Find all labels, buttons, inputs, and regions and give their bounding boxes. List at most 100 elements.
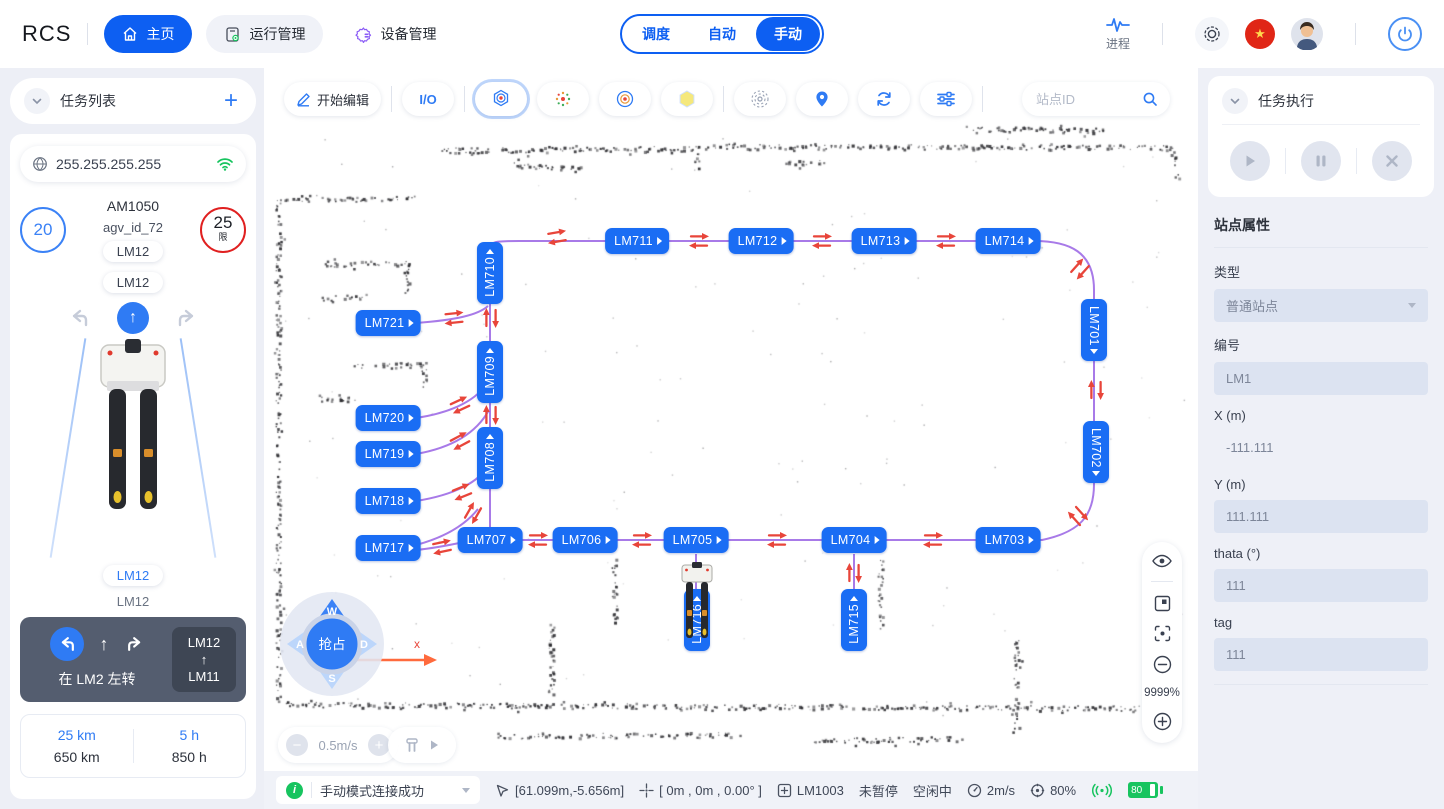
station-LM712[interactable]: LM712 (729, 228, 794, 254)
station-label: LM702 (1089, 428, 1103, 468)
speed-increase-button[interactable]: + (368, 734, 390, 756)
station-LM710[interactable]: LM710 (477, 242, 503, 304)
scatter-points-button[interactable] (537, 82, 589, 116)
station-direction-icon (850, 596, 858, 601)
search-icon[interactable] (1142, 91, 1158, 107)
tab-auto[interactable]: 自动 (690, 17, 754, 51)
nav-item-device[interactable]: 设备管理 (337, 15, 454, 53)
agv-action-control[interactable] (388, 727, 456, 763)
station-LM708[interactable]: LM708 (477, 427, 503, 489)
agv-model: AM1050 (107, 198, 159, 214)
field-value: 普通站点 (1226, 296, 1278, 315)
map-viewport[interactable]: LM711 LM712 LM713 LM714 LM710 LM721 LM709 LM720… (264, 68, 1198, 771)
refresh-button[interactable] (858, 82, 910, 116)
field-label: tag (1214, 615, 1428, 630)
radar-button[interactable] (734, 82, 786, 116)
station-LM717[interactable]: LM717 (356, 535, 421, 561)
field-input[interactable]: 111.111 (1214, 500, 1428, 533)
play-task-button[interactable] (1230, 141, 1270, 181)
field-input[interactable]: 111 (1214, 569, 1428, 602)
brightness-button[interactable] (1195, 17, 1229, 51)
station-LM718[interactable]: LM718 (356, 488, 421, 514)
collapse-button[interactable] (1222, 88, 1248, 114)
zoom-out-button[interactable] (1153, 655, 1172, 674)
pause-task-button[interactable] (1301, 141, 1341, 181)
field-select[interactable]: 普通站点 (1214, 289, 1428, 322)
map-robot-marker[interactable] (678, 562, 716, 650)
station-label: LM719 (365, 447, 405, 461)
add-task-button[interactable]: + (220, 91, 242, 111)
station-LM704[interactable]: LM704 (822, 527, 887, 553)
area-button[interactable] (661, 82, 713, 116)
field-label: 类型 (1214, 262, 1428, 281)
station-LM702[interactable]: LM702 (1083, 421, 1109, 483)
nav-route-box: LM12 ↑ LM11 (172, 627, 236, 692)
user-avatar[interactable] (1291, 18, 1323, 50)
speed-control: − 0.5m/s + (278, 727, 398, 763)
turn-left-icon[interactable] (67, 306, 91, 330)
cursor-icon (495, 783, 510, 798)
station-LM709[interactable]: LM709 (477, 341, 503, 403)
field-4: thata (°)111 (1214, 546, 1428, 602)
manual-joystick[interactable]: W A D S 抢占 (276, 588, 388, 700)
station-direction-icon (408, 544, 413, 552)
station-LM707[interactable]: LM707 (458, 527, 523, 553)
zoom-in-button[interactable] (1153, 712, 1172, 731)
agv-preview (33, 337, 233, 565)
minimap-button[interactable] (1154, 595, 1171, 612)
station-LM706[interactable]: LM706 (553, 527, 618, 553)
status-bar: i 手动模式连接成功 [61.099m,-5.656m] [ 0m , 0m ,… (264, 771, 1198, 809)
station-direction-icon (874, 536, 879, 544)
station-search-input[interactable] (1034, 91, 1136, 108)
field-input[interactable]: LM1 (1214, 362, 1428, 395)
current-station-value: LM1003 (797, 783, 844, 798)
station-LM715[interactable]: LM715 (841, 589, 867, 651)
rings-button[interactable] (599, 82, 651, 116)
filter-button[interactable] (920, 82, 972, 116)
collapse-button[interactable] (24, 88, 50, 114)
power-button[interactable] (1388, 17, 1422, 51)
station-LM711[interactable]: LM711 (605, 228, 669, 254)
task-exec-card: 任务执行 (1208, 76, 1434, 197)
turn-right-icon[interactable] (175, 306, 199, 330)
pause-state: 未暂停 (859, 781, 898, 800)
agv-ip-row[interactable]: 255.255.255.255 (20, 146, 246, 182)
cancel-task-button[interactable] (1372, 141, 1412, 181)
nav-item-home[interactable]: 主页 (104, 15, 192, 53)
station-LM719[interactable]: LM719 (356, 441, 421, 467)
battery-level-bar (1150, 784, 1155, 796)
speed-decrease-button[interactable]: − (286, 734, 308, 756)
io-button[interactable]: I/O (402, 82, 454, 116)
waveform-icon (1106, 16, 1130, 34)
turn-left-active-icon (50, 627, 84, 661)
navigation-hint-panel: ↑ 在 LM2 左转 LM12 ↑ LM11 (20, 617, 246, 702)
start-edit-button[interactable]: 开始编辑 (284, 82, 381, 116)
tab-manual[interactable]: 手动 (756, 17, 820, 51)
field-input[interactable]: 111 (1214, 638, 1428, 671)
tab-dispatch[interactable]: 调度 (624, 17, 688, 51)
divider (1162, 23, 1163, 45)
station-label: LM705 (673, 533, 713, 547)
language-flag-button[interactable]: ★ (1245, 19, 1275, 49)
divider (1285, 148, 1286, 174)
station-layer-button[interactable] (475, 82, 527, 116)
station-LM720[interactable]: LM720 (356, 405, 421, 431)
station-LM701[interactable]: LM701 (1081, 299, 1107, 361)
station-LM705[interactable]: LM705 (664, 527, 729, 553)
center-focus-button[interactable] (1154, 625, 1171, 642)
station-direction-icon (408, 450, 413, 458)
process-button[interactable]: 进程 (1106, 16, 1130, 52)
location-button[interactable] (796, 82, 848, 116)
visibility-button[interactable] (1152, 554, 1172, 568)
status-message-select[interactable]: i 手动模式连接成功 (276, 776, 480, 804)
go-straight-icon[interactable]: ↑ (117, 302, 149, 334)
station-direction-icon (657, 237, 662, 245)
station-LM703[interactable]: LM703 (976, 527, 1041, 553)
joystick-d: D (360, 639, 368, 651)
station-LM713[interactable]: LM713 (852, 228, 917, 254)
trip-hours: 5 h (180, 727, 199, 743)
station-LM721[interactable]: LM721 (356, 310, 421, 336)
task-list-header: 任务列表 + (10, 78, 256, 124)
station-LM714[interactable]: LM714 (976, 228, 1041, 254)
nav-item-operation[interactable]: 运行管理 (206, 15, 323, 53)
